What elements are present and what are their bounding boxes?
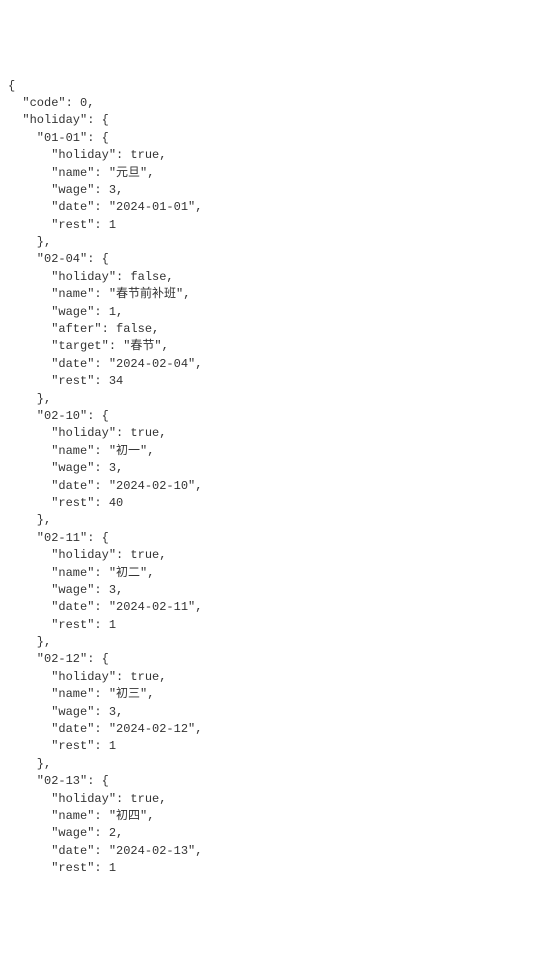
json-document: { "code": 0, "holiday": { "01-01": { "ho… (8, 78, 549, 878)
